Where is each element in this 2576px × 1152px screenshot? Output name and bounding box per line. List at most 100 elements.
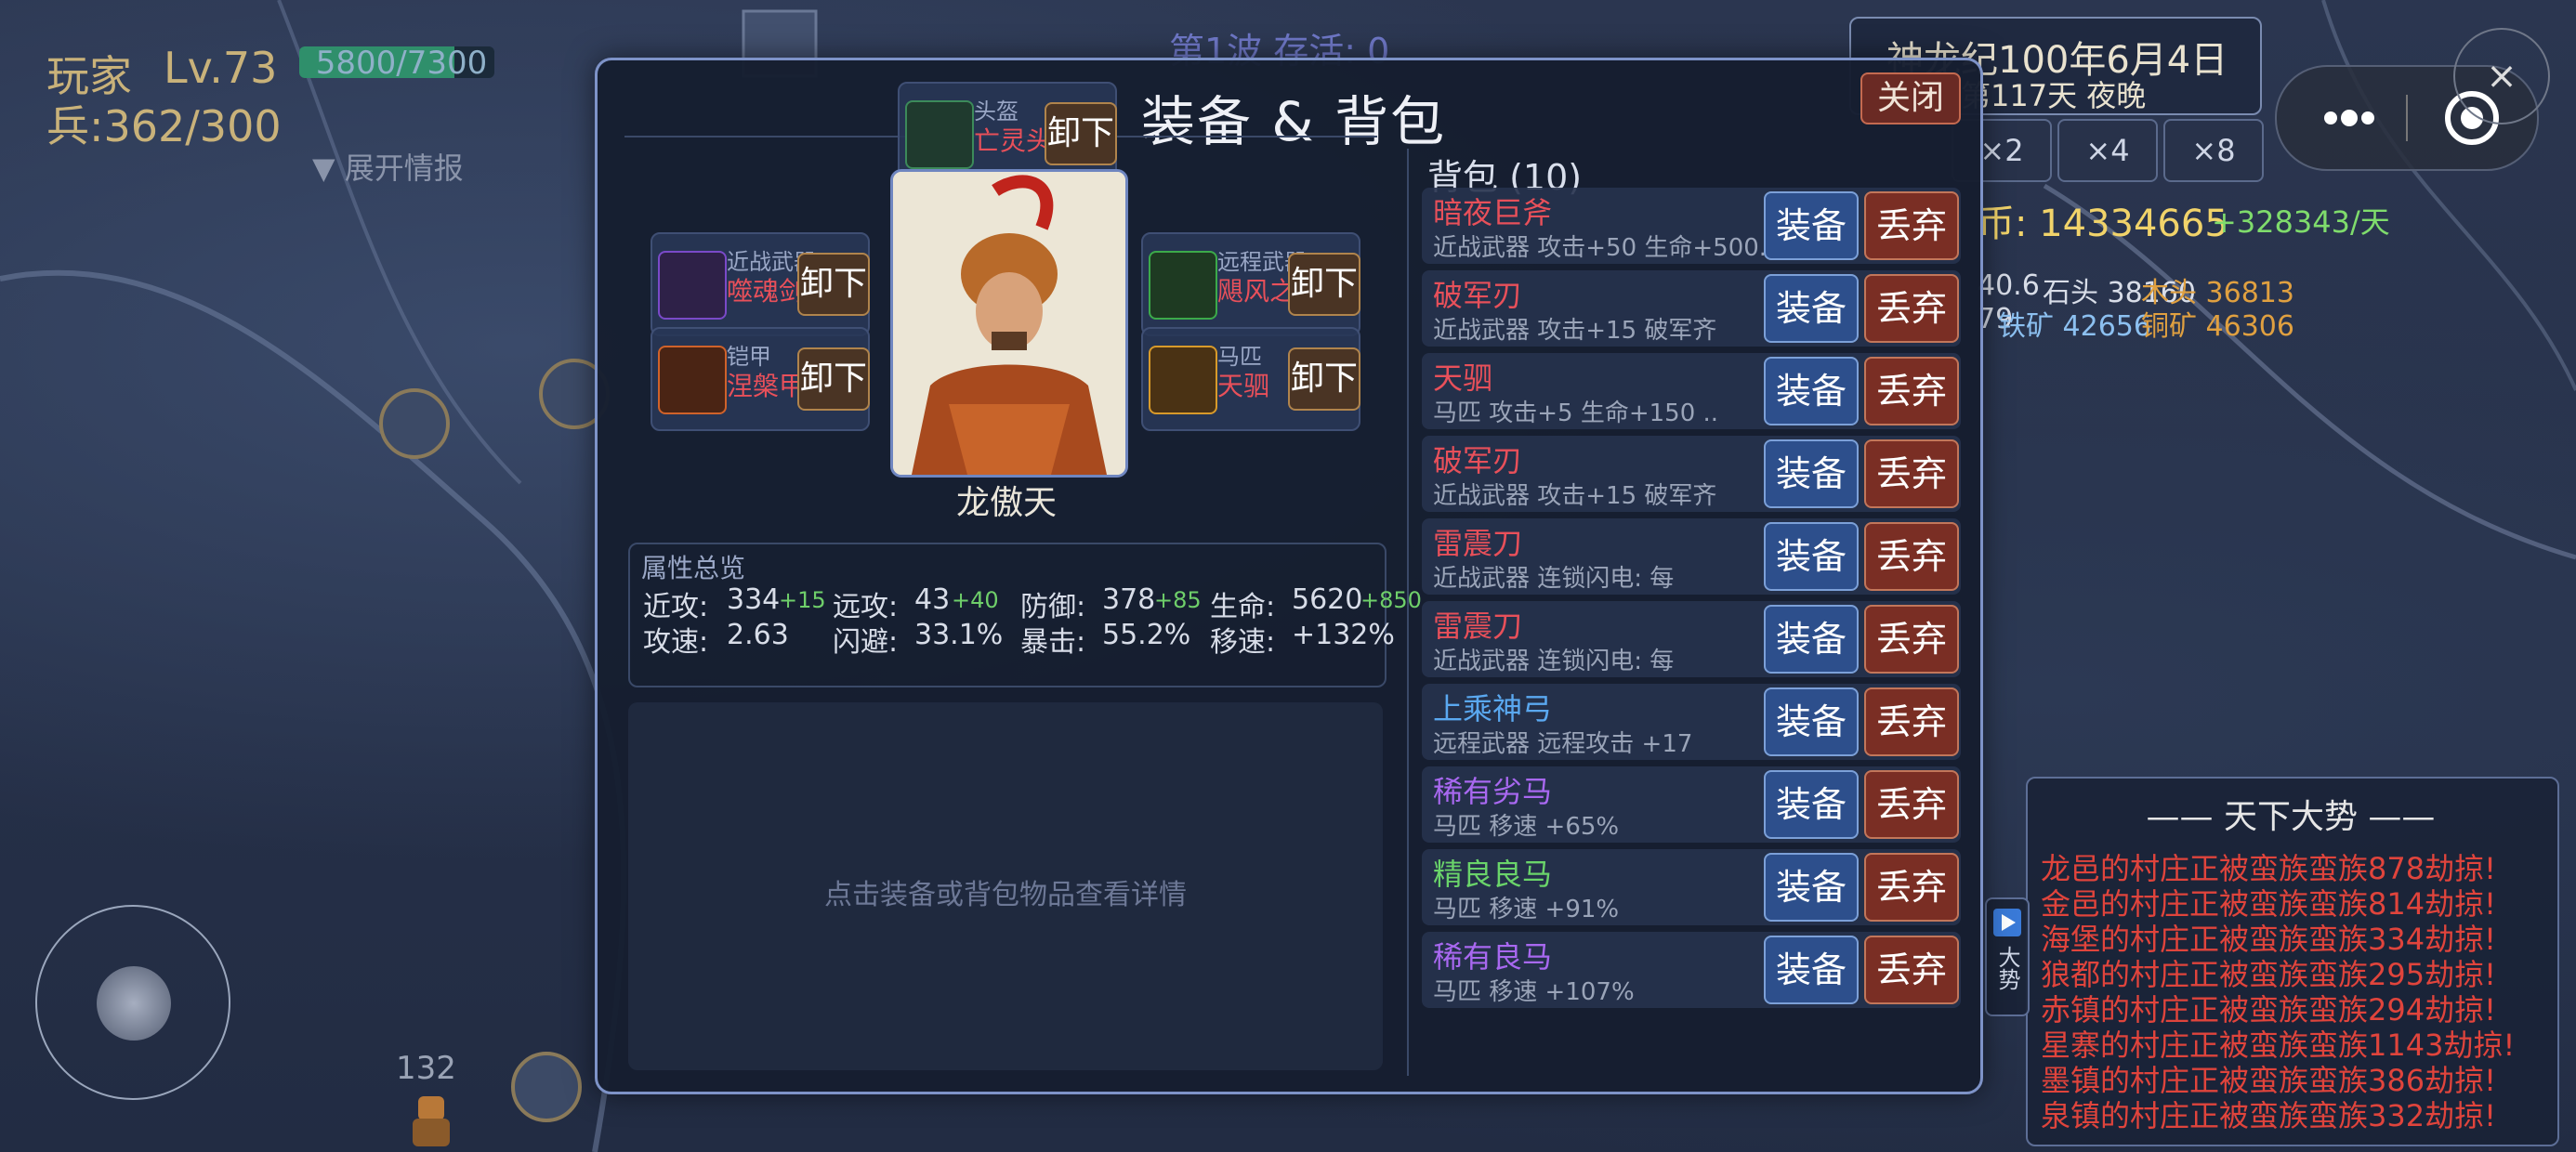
attr-label: 暴击: xyxy=(1020,626,1086,659)
soldier-unit-icon xyxy=(413,1096,450,1146)
attr-value: +132% xyxy=(1292,619,1395,651)
attr-value: 55.2% xyxy=(1102,619,1191,651)
coin-rate: +328343/天 xyxy=(2212,204,2390,240)
world-trend-tab[interactable]: 大势 xyxy=(1985,897,2030,1016)
unequip-button[interactable]: 卸下 xyxy=(1288,347,1360,411)
coin-count: 币: 14334665 xyxy=(1978,203,2228,245)
modal-title: 装备 & 背包 xyxy=(1141,90,1447,153)
slot-item: 亡灵头 xyxy=(974,125,1053,156)
attr-value: 2.63 xyxy=(727,619,789,651)
attribute-title: 属性总览 xyxy=(641,553,746,583)
xp-text: 5800/7300 xyxy=(315,45,488,82)
unequip-button[interactable]: 卸下 xyxy=(1045,102,1117,165)
discard-button[interactable]: 丢弃 xyxy=(1864,357,1959,425)
horse-icon xyxy=(1149,346,1217,414)
equip-button[interactable]: 装备 xyxy=(1764,853,1859,922)
backpack-item-name: 精良良马 xyxy=(1433,857,1553,892)
backpack-item-name: 稀有良马 xyxy=(1433,939,1553,975)
more-dots-icon[interactable] xyxy=(2324,110,2374,126)
resource-iron: 铁矿 42656 xyxy=(1998,310,2151,343)
backpack-item-name: 雷震刀 xyxy=(1433,526,1523,561)
unit-count: 132 xyxy=(396,1050,456,1087)
hero-portrait[interactable] xyxy=(890,169,1128,478)
equip-button[interactable]: 装备 xyxy=(1764,687,1859,756)
attr-label: 移速: xyxy=(1210,626,1276,659)
player-level: Lv.73 xyxy=(164,43,278,93)
world-trend-tab-label: 大势 xyxy=(1994,946,2020,990)
discard-button[interactable]: 丢弃 xyxy=(1864,687,1959,756)
world-news-title: —— 天下大势 —— xyxy=(2146,798,2436,836)
equip-button[interactable]: 装备 xyxy=(1764,439,1859,508)
backpack-item-name: 破军刃 xyxy=(1433,278,1523,313)
discard-button[interactable]: 丢弃 xyxy=(1864,439,1959,508)
backpack-item-desc: 近战武器 攻击+50 生命+500.. xyxy=(1433,234,1768,262)
backpack-item-name: 稀有劣马 xyxy=(1433,774,1553,809)
attr-bonus: +85 xyxy=(1154,587,1202,613)
detail-hint: 点击装备或背包物品查看详情 xyxy=(824,879,1187,911)
discard-button[interactable]: 丢弃 xyxy=(1864,191,1959,260)
slot-item: 涅槃甲 xyxy=(727,371,806,401)
backpack-item-desc: 近战武器 连锁闪电: 每 xyxy=(1433,648,1675,675)
backpack-item-name: 上乘神弓 xyxy=(1433,691,1553,727)
calendar-day: 第117天 夜晚 xyxy=(1961,78,2147,113)
skull-helmet-icon xyxy=(905,100,974,169)
equip-button[interactable]: 装备 xyxy=(1764,605,1859,674)
melee-weapon-slot[interactable]: 近战武器 噬魂剑 卸下 xyxy=(651,232,870,336)
ranged-weapon-slot[interactable]: 远程武器 飓风之弓 卸下 xyxy=(1141,232,1360,336)
discard-button[interactable]: 丢弃 xyxy=(1864,274,1959,343)
soldier-count: 兵:362/300 xyxy=(46,101,282,151)
attr-value: 5620 xyxy=(1292,583,1363,616)
attr-value: 43 xyxy=(914,583,951,616)
discard-button[interactable]: 丢弃 xyxy=(1864,770,1959,839)
attr-bonus: +40 xyxy=(952,587,999,613)
attr-label: 攻速: xyxy=(643,626,709,659)
unequip-button[interactable]: 卸下 xyxy=(1288,253,1360,316)
equip-button[interactable]: 装备 xyxy=(1764,936,1859,1004)
attr-value: 378 xyxy=(1102,583,1156,616)
slot-item: 天驷 xyxy=(1217,371,1270,401)
discard-button[interactable]: 丢弃 xyxy=(1864,936,1959,1004)
backpack-item-name: 破军刃 xyxy=(1433,443,1523,478)
close-icon[interactable]: × xyxy=(2453,28,2550,124)
news-line: 泉镇的村庄正被蛮族蛮族332劫掠! xyxy=(2041,1098,2496,1133)
bow-icon xyxy=(1149,251,1217,320)
speed-x4-button[interactable]: ×4 xyxy=(2057,119,2158,182)
unequip-button[interactable]: 卸下 xyxy=(797,347,870,411)
attr-value: 33.1% xyxy=(914,619,1004,651)
backpack-item-desc: 马匹 移速 +91% xyxy=(1433,896,1620,923)
resource-a: 40.6 xyxy=(1978,269,2040,302)
armor-slot[interactable]: 铠甲 涅槃甲 卸下 xyxy=(651,327,870,431)
backpack-item-name: 暗夜巨斧 xyxy=(1433,195,1553,230)
equip-button[interactable]: 装备 xyxy=(1764,770,1859,839)
discard-button[interactable]: 丢弃 xyxy=(1864,522,1959,591)
joystick-knob[interactable] xyxy=(97,966,171,1041)
resource-copper: 铜矿 46306 xyxy=(2141,310,2294,343)
equip-button[interactable]: 装备 xyxy=(1764,522,1859,591)
attr-bonus: +15 xyxy=(779,587,826,613)
armor-icon xyxy=(658,346,727,414)
equip-button[interactable]: 装备 xyxy=(1764,274,1859,343)
slot-item: 噬魂剑 xyxy=(727,276,806,307)
equip-button[interactable]: 装备 xyxy=(1764,191,1859,260)
backpack-item-desc: 近战武器 攻击+15 破军齐 xyxy=(1433,317,1717,345)
backpack-item-desc: 马匹 攻击+5 生命+150 .. xyxy=(1433,399,1719,427)
attr-value: 334 xyxy=(727,583,781,616)
speed-x8-button[interactable]: ×8 xyxy=(2163,119,2264,182)
attr-label: 闪避: xyxy=(833,626,899,659)
close-button[interactable]: 关闭 xyxy=(1860,72,1961,124)
unequip-button[interactable]: 卸下 xyxy=(797,253,870,316)
discard-button[interactable]: 丢弃 xyxy=(1864,605,1959,674)
equip-button[interactable]: 装备 xyxy=(1764,357,1859,425)
backpack-item-desc: 近战武器 连锁闪电: 每 xyxy=(1433,565,1675,593)
expand-intel-toggle[interactable]: ▼ 展开情报 xyxy=(312,145,464,188)
backpack-item-desc: 马匹 移速 +107% xyxy=(1433,978,1635,1006)
hero-name: 龙傲天 xyxy=(955,484,1057,522)
play-icon xyxy=(1993,909,2021,936)
backpack-item-desc: 远程武器 远程攻击 +17 xyxy=(1433,730,1693,758)
backpack-item-desc: 近战武器 攻击+15 破军齐 xyxy=(1433,482,1717,510)
horse-slot[interactable]: 马匹 天驷 卸下 xyxy=(1141,327,1360,431)
backpack-item-name: 天驷 xyxy=(1433,360,1493,396)
discard-button[interactable]: 丢弃 xyxy=(1864,853,1959,922)
backpack-item-desc: 马匹 移速 +65% xyxy=(1433,813,1620,841)
sword-icon xyxy=(658,251,727,320)
